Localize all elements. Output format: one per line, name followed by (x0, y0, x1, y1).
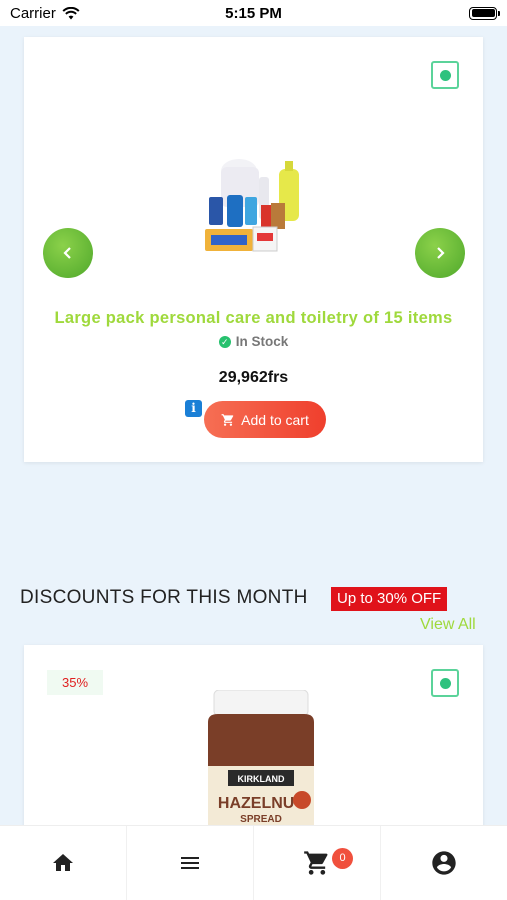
select-checkbox[interactable] (431, 61, 459, 89)
battery-icon (469, 6, 500, 20)
add-to-cart-label: Add to cart (241, 411, 309, 428)
status-left: Carrier (10, 5, 80, 22)
user-icon (432, 851, 456, 875)
info-icon[interactable]: i (185, 400, 202, 417)
section-title: DISCOUNTS FOR THIS MONTH (20, 587, 308, 608)
next-button[interactable] (415, 228, 465, 278)
carrier-label: Carrier (10, 4, 56, 22)
product-price: 29,962frs (218, 369, 289, 386)
tab-home[interactable] (0, 826, 127, 900)
chevron-left-icon (63, 247, 71, 259)
featured-product-card[interactable]: Large pack personal care and toiletry of… (24, 37, 483, 462)
status-bar: Carrier 5:15 PM (0, 0, 507, 26)
add-to-cart-button[interactable]: Add to cart (204, 401, 326, 438)
select-dot (439, 69, 451, 81)
product-title[interactable]: Large pack personal care and toiletry of… (24, 309, 483, 328)
menu-icon (181, 857, 199, 869)
discount-percent-tag: 35% (47, 670, 103, 695)
cart-icon (304, 851, 328, 875)
select-checkbox[interactable] (431, 669, 459, 697)
stock-label: In Stock (235, 334, 289, 349)
cart-icon (221, 413, 234, 426)
cart-count-badge: 0 (332, 848, 353, 869)
tab-menu[interactable] (127, 826, 254, 900)
bottom-nav: 0 (0, 825, 507, 900)
check-circle-icon: ✓ (218, 335, 231, 348)
jar-line1-text: HAZELNUT (218, 795, 304, 812)
view-all-link[interactable]: View All (420, 616, 476, 634)
product-image: KIRKLAND HAZELNUT SPREAD (208, 690, 314, 835)
prev-button[interactable] (43, 228, 93, 278)
discount-badge: Up to 30% OFF (331, 587, 448, 611)
chevron-right-icon (437, 247, 445, 259)
discount-product-card[interactable]: 35% KIRKLAND HAZELNUT SPREAD (24, 645, 483, 835)
product-image (205, 159, 299, 252)
tab-profile[interactable] (381, 826, 507, 900)
stock-status: ✓ In Stock (24, 334, 483, 349)
select-dot (439, 677, 451, 689)
jar-brand-text: KIRKLAND (238, 774, 285, 784)
tab-cart[interactable]: 0 (254, 826, 381, 900)
jar-line2-text: SPREAD (240, 814, 282, 825)
home-icon (53, 854, 73, 871)
wifi-icon (62, 6, 80, 19)
